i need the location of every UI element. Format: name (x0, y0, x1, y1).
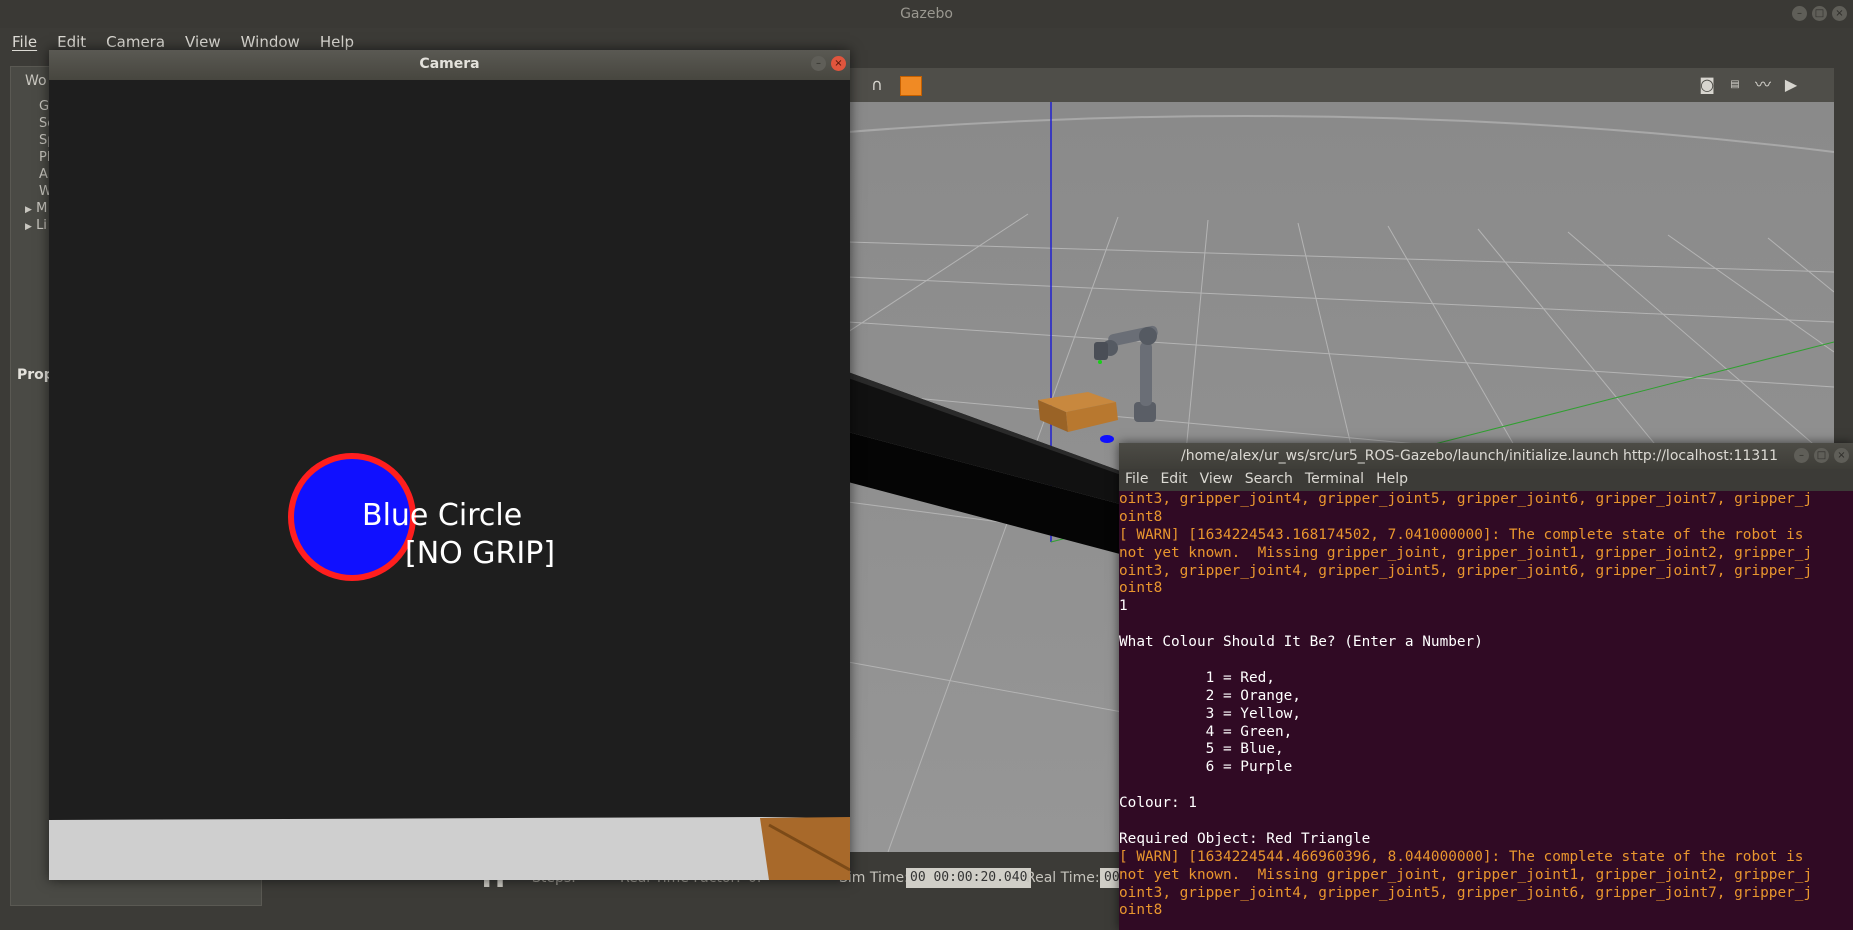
scene-toolbar: ∩ ◙ ▤ 〰 ▶ (848, 68, 1834, 103)
terminal-line: [ WARN] [1634224543.168174502, 7.0410000… (1119, 526, 1804, 543)
terminal-line: Colour: 1 (1119, 795, 1197, 812)
maximize-icon[interactable]: □ (1814, 448, 1829, 463)
camera-window-controls: – × (811, 56, 846, 71)
terminal-line: oint8 (1119, 580, 1163, 597)
terminal-line: 4 = Green, (1119, 723, 1293, 740)
grip-status-label: [NO GRIP] (405, 536, 556, 571)
terminal-menu-view[interactable]: View (1194, 471, 1239, 487)
sim-time-value: 00 00:00:20.040 (906, 868, 1032, 888)
menu-help[interactable]: Help (310, 33, 364, 51)
terminal-menu: File Edit View Search Terminal Help (1119, 471, 1414, 487)
tree-item-label: M (36, 201, 48, 216)
gazebo-window-controls: – □ × (1792, 6, 1847, 21)
terminal-line: What Colour Should It Be? (Enter a Numbe… (1119, 634, 1483, 651)
tree-item-expandable[interactable]: ▶ M (25, 201, 47, 216)
video-icon[interactable]: ▶ (1780, 75, 1802, 95)
camera-window-title: Camera (419, 56, 480, 72)
close-icon[interactable]: × (1832, 6, 1847, 21)
log-icon[interactable]: ▤ (1724, 75, 1746, 95)
expand-arrow-icon[interactable]: ▶ (25, 205, 32, 215)
terminal-line: oint8 (1119, 902, 1163, 919)
terminal-menubar: File Edit View Search Terminal Help (1119, 469, 1853, 491)
terminal-menu-search[interactable]: Search (1239, 471, 1299, 487)
terminal-line: oint3, gripper_joint4, gripper_joint5, g… (1119, 562, 1813, 579)
gazebo-window-title: Gazebo (900, 6, 953, 22)
box-icon[interactable] (900, 76, 922, 96)
minimize-icon[interactable]: – (1792, 6, 1807, 21)
camera-titlebar[interactable]: Camera – × (49, 50, 850, 80)
terminal-window-title: /home/alex/ur_ws/src/ur5_ROS-Gazebo/laun… (1181, 448, 1779, 464)
real-time-label: Real Time: (1026, 870, 1100, 886)
tree-item[interactable]: G (39, 99, 49, 114)
close-icon[interactable]: × (1834, 448, 1849, 463)
terminal-line: 3 = Yellow, (1119, 705, 1301, 722)
terminal-line: oint3, gripper_joint4, gripper_joint5, g… (1119, 884, 1813, 901)
gazebo-titlebar: Gazebo – □ × (0, 0, 1853, 28)
terminal-menu-file[interactable]: File (1119, 471, 1154, 487)
terminal-output[interactable]: oint3, gripper_joint4, gripper_joint5, g… (1119, 491, 1853, 930)
terminal-line: 1 (1119, 598, 1128, 615)
terminal-line: 1 = Red, (1119, 669, 1275, 686)
menu-window[interactable]: Window (231, 33, 310, 51)
table-surface (49, 817, 850, 880)
camera-feed (49, 80, 850, 880)
terminal-window: /home/alex/ur_ws/src/ur5_ROS-Gazebo/laun… (1119, 443, 1853, 930)
expand-arrow-icon[interactable]: ▶ (25, 222, 32, 232)
plot-icon[interactable]: 〰 (1752, 75, 1774, 95)
terminal-line: oint8 (1119, 508, 1163, 525)
menu-view[interactable]: View (175, 33, 231, 51)
terminal-line: [ WARN] [1634224544.466960396, 8.0440000… (1119, 848, 1804, 865)
terminal-line: oint3, gripper_joint4, gripper_joint5, g… (1119, 491, 1813, 507)
terminal-line: 5 = Blue, (1119, 741, 1284, 758)
terminal-line: not yet known. Missing gripper_joint, gr… (1119, 866, 1813, 883)
menu-camera[interactable]: Camera (96, 33, 175, 51)
terminal-line: 6 = Purple (1119, 759, 1293, 776)
minimize-icon[interactable]: – (1794, 448, 1809, 463)
maximize-icon[interactable]: □ (1812, 6, 1827, 21)
terminal-titlebar[interactable]: /home/alex/ur_ws/src/ur5_ROS-Gazebo/laun… (1119, 443, 1853, 469)
menu-file[interactable]: File (2, 33, 47, 51)
magnet-icon[interactable]: ∩ (866, 75, 888, 95)
tree-item-expandable[interactable]: ▶ Li (25, 218, 47, 233)
terminal-window-controls: – □ × (1794, 448, 1849, 463)
terminal-line: Required Object: Red Triangle (1119, 830, 1371, 847)
terminal-line: 2 = Orange, (1119, 687, 1301, 704)
terminal-line: not yet known. Missing gripper_joint, gr… (1119, 544, 1813, 561)
shape-label: Blue Circle (362, 498, 523, 533)
minimize-icon[interactable]: – (811, 56, 826, 71)
terminal-menu-terminal[interactable]: Terminal (1299, 471, 1370, 487)
tree-item[interactable]: A (39, 167, 48, 182)
menu-edit[interactable]: Edit (47, 33, 96, 51)
terminal-menu-edit[interactable]: Edit (1154, 471, 1193, 487)
camera-image: Blue Circle [NO GRIP] (49, 80, 850, 880)
gazebo-menu: File Edit Camera View Window Help (2, 33, 364, 51)
close-icon[interactable]: × (831, 56, 846, 71)
tree-item-label: Li (36, 218, 47, 233)
world-tab[interactable]: Wo (25, 73, 47, 89)
camera-icon[interactable]: ◙ (1696, 75, 1718, 95)
camera-window: Camera – × Blue Circle [NO GRIP] (49, 50, 850, 880)
terminal-menu-help[interactable]: Help (1370, 471, 1414, 487)
blue-object (1100, 435, 1114, 443)
